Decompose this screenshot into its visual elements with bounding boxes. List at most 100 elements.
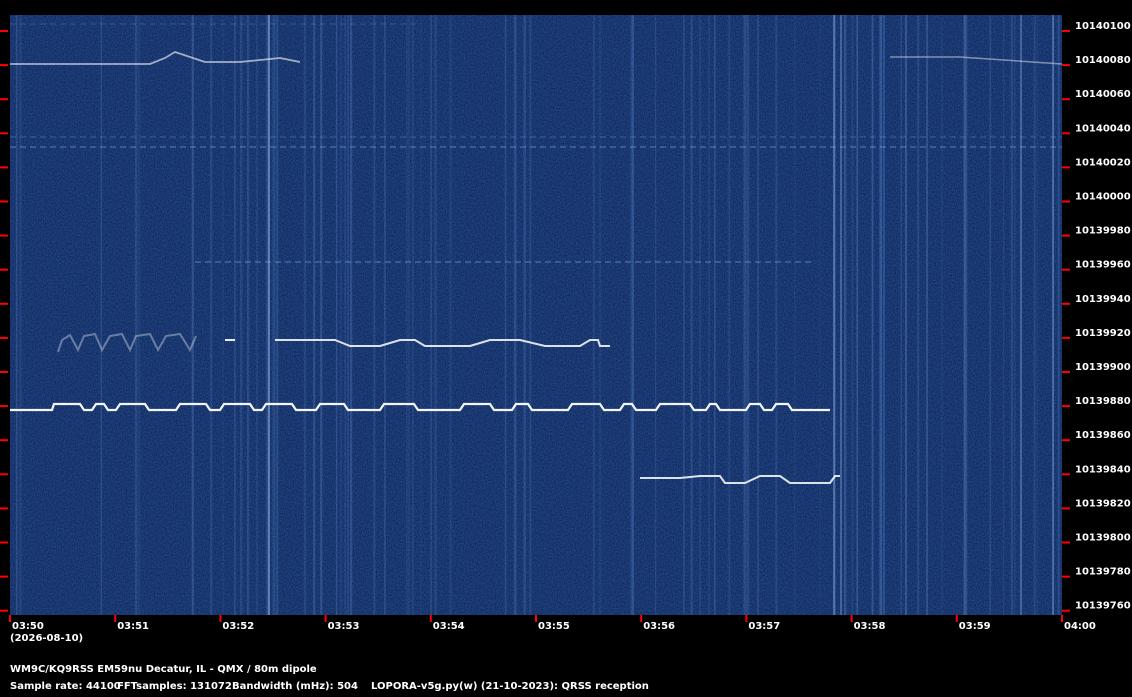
date-label: (2026-08-10) (10, 633, 83, 644)
freq-tick-left (0, 609, 8, 612)
noise-streak (1003, 15, 1005, 615)
freq-tick-right (1062, 541, 1070, 544)
freq-label: 10140040 (1075, 123, 1131, 134)
noise-streak (234, 15, 236, 615)
noise-streak (407, 15, 411, 615)
noise-streak (1013, 15, 1016, 615)
bandwidth: Bandwidth (mHz): 504 (232, 681, 358, 692)
noise-streak (373, 15, 376, 615)
spectrogram-waterfall: 10140100 10140080 10140060 10140040 10140020… (0, 15, 1131, 644)
noise-streak (191, 15, 194, 615)
noise-streak (882, 15, 885, 615)
noise-streak (313, 15, 316, 615)
time-label: 03:53 (328, 621, 360, 632)
noise-streak (449, 15, 452, 615)
freq-label: 10139960 (1075, 260, 1131, 271)
noise-streak (1033, 15, 1036, 615)
noise-streak (744, 15, 747, 615)
noise-streak (19, 15, 22, 615)
noise-streak (420, 15, 422, 615)
freq-label: 10139900 (1075, 362, 1131, 373)
freq-tick-right (1062, 507, 1070, 510)
freq-label: 10139880 (1075, 396, 1131, 407)
noise-streak (900, 15, 902, 615)
freq-tick-right (1062, 439, 1070, 442)
noise-streak (757, 15, 759, 615)
waterfall-noise (10, 15, 1062, 615)
noise-streak (819, 15, 821, 615)
noise-streak (598, 15, 602, 615)
noise-streak (247, 15, 249, 615)
freq-label: 10139780 (1075, 567, 1131, 578)
time-tick (640, 615, 643, 622)
noise-streak (683, 15, 685, 615)
freq-label: 10140080 (1075, 55, 1131, 66)
freq-tick-left (0, 507, 8, 510)
noise-streak (729, 15, 731, 615)
freq-tick-left (0, 98, 8, 101)
time-tick (850, 615, 853, 622)
freq-tick-right (1062, 473, 1070, 476)
time-tick (429, 615, 432, 622)
freq-label: 10139920 (1075, 328, 1131, 339)
freq-tick-left (0, 132, 8, 135)
freq-label: 10139800 (1075, 533, 1131, 544)
freq-tick-left (0, 473, 8, 476)
freq-label: 10140060 (1075, 89, 1131, 100)
freq-tick-right (1062, 98, 1070, 101)
freq-label: 10140100 (1075, 21, 1131, 32)
freq-tick-right (1062, 132, 1070, 135)
noise-streak (350, 15, 353, 615)
time-axis-labels: 03:50 03:51 03:52 03:53 03:54 03:55 03:56 03:57… (12, 621, 1096, 632)
time-label: 03:51 (117, 621, 149, 632)
noise-streak (240, 15, 243, 615)
noise-streak (347, 15, 349, 615)
noise-streak (100, 15, 102, 615)
strong-streak (1052, 15, 1054, 615)
time-label: 03:58 (854, 621, 886, 632)
freq-tick-left (0, 166, 8, 169)
time-label: 04:00 (1064, 621, 1096, 632)
strong-streak (964, 15, 966, 615)
freq-label: 10139840 (1075, 464, 1131, 475)
noise-streak (430, 15, 432, 615)
noise-streak (965, 15, 968, 615)
noise-streak (335, 15, 338, 615)
freq-tick-right (1062, 575, 1070, 578)
noise-streak (320, 15, 323, 615)
noise-streak (134, 15, 138, 615)
strong-streak (1020, 15, 1022, 615)
noise-streak (222, 15, 224, 615)
freq-tick-right (1062, 336, 1070, 339)
freq-label: 10139820 (1075, 498, 1131, 509)
noise-streak (714, 15, 716, 615)
noise-streak (690, 15, 693, 615)
freq-tick-left (0, 371, 8, 373)
noise-streak (504, 15, 507, 615)
time-tick (9, 615, 11, 622)
freq-label: 10139860 (1075, 430, 1131, 441)
noise-streak (138, 15, 141, 615)
noise-streak (272, 15, 275, 615)
time-tick (745, 615, 748, 622)
freq-tick-left (0, 64, 8, 67)
freq-tick-right (1062, 405, 1070, 408)
noise-streak (631, 15, 634, 615)
noise-streak (255, 15, 259, 615)
noise-streak (941, 15, 943, 615)
noise-streak (513, 15, 516, 615)
noise-streak (406, 15, 408, 615)
noise-streak (775, 15, 778, 615)
noise-streak (743, 15, 745, 615)
freq-tick-left (0, 234, 8, 237)
freq-tick-right (1062, 609, 1070, 612)
freq-label: 10139760 (1075, 601, 1131, 612)
freq-label: 10139980 (1075, 226, 1131, 237)
noise-streak (793, 15, 796, 615)
time-label: 03:55 (538, 621, 570, 632)
noise-streak (917, 15, 920, 615)
freq-tick-left (0, 302, 8, 305)
freq-label: 10140000 (1075, 192, 1131, 203)
freq-tick-left (0, 268, 8, 271)
noise-streak (344, 15, 347, 615)
